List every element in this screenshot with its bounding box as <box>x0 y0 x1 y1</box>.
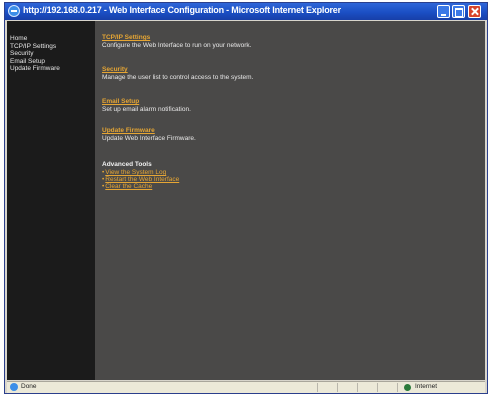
restart-web-interface-link[interactable]: •Restart the Web Interface <box>102 176 179 183</box>
tcpip-settings-link[interactable]: TCP/IP Settings <box>102 34 251 42</box>
email-setup-description: Set up email alarm notification. <box>102 106 191 113</box>
bullet-icon: • <box>102 169 105 176</box>
page-done-icon <box>10 383 18 391</box>
advanced-tools: Advanced Tools •View the System Log •Res… <box>102 161 179 190</box>
status-divider <box>337 383 338 392</box>
internet-zone-icon <box>404 384 411 391</box>
sidebar-item-email-setup[interactable]: Email Setup <box>7 58 60 66</box>
close-icon[interactable] <box>468 5 481 18</box>
sidebar-item-update-firmware[interactable]: Update Firmware <box>7 65 60 73</box>
bullet-icon: • <box>102 176 105 183</box>
status-divider <box>357 383 358 392</box>
clear-cache-link[interactable]: •Clear the Cache <box>102 183 179 190</box>
section-tcpip: TCP/IP Settings Configure the Web Interf… <box>102 34 251 50</box>
security-link[interactable]: Security <box>102 66 253 74</box>
sidebar-item-security[interactable]: Security <box>7 50 60 58</box>
update-firmware-description: Update Web Interface Firmware. <box>102 135 196 142</box>
status-bar: Done Internet <box>7 381 485 393</box>
section-update-firmware: Update Firmware Update Web Interface Fir… <box>102 127 196 143</box>
maximize-icon[interactable] <box>452 5 465 18</box>
window-title: http://192.168.0.217 - Web Interface Con… <box>23 5 341 15</box>
update-firmware-link[interactable]: Update Firmware <box>102 127 196 135</box>
view-system-log-label: View the System Log <box>105 169 167 176</box>
title-bar[interactable]: http://192.168.0.217 - Web Interface Con… <box>5 3 487 20</box>
restart-web-interface-label: Restart the Web Interface <box>105 176 180 183</box>
bullet-icon: • <box>102 183 105 190</box>
status-text: Done <box>21 383 37 390</box>
tcpip-settings-description: Configure the Web Interface to run on yo… <box>102 42 252 49</box>
status-divider <box>377 383 378 392</box>
browser-window: http://192.168.0.217 - Web Interface Con… <box>4 2 488 394</box>
clear-cache-label: Clear the Cache <box>105 183 153 190</box>
view-system-log-link[interactable]: •View the System Log <box>102 169 179 176</box>
section-email-setup: Email Setup Set up email alarm notificat… <box>102 98 191 114</box>
sidebar-nav: Home TCP/IP Settings Security Email Setu… <box>7 35 60 73</box>
page-content: Home TCP/IP Settings Security Email Setu… <box>7 21 485 380</box>
minimize-icon[interactable] <box>437 5 450 18</box>
sidebar: Home TCP/IP Settings Security Email Setu… <box>7 21 95 380</box>
status-divider <box>317 383 318 392</box>
ie-icon <box>8 5 20 17</box>
section-security: Security Manage the user list to control… <box>102 66 253 82</box>
security-zone-label: Internet <box>415 383 438 390</box>
advanced-tools-heading: Advanced Tools <box>102 161 152 168</box>
security-description: Manage the user list to control access t… <box>102 74 254 81</box>
status-divider <box>397 383 398 392</box>
sidebar-item-home[interactable]: Home <box>7 35 60 43</box>
email-setup-link[interactable]: Email Setup <box>102 98 191 106</box>
sidebar-item-tcpip-settings[interactable]: TCP/IP Settings <box>7 43 60 51</box>
